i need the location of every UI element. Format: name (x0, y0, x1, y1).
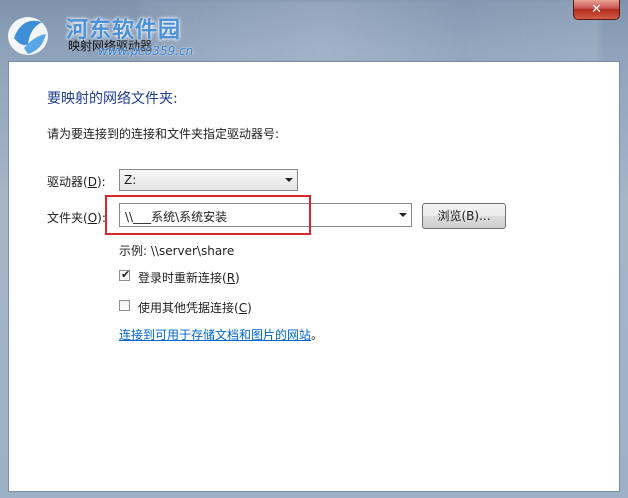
other-credentials-checkbox[interactable] (119, 300, 130, 311)
drive-label: 驱动器(D): (47, 175, 106, 189)
chevron-down-icon (285, 178, 293, 182)
highlight-box (105, 195, 311, 235)
folder-label: 文件夹(O): (47, 211, 106, 225)
dialog-heading: 要映射的网络文件夹: (47, 91, 178, 107)
browse-button[interactable]: 浏览(B)... (422, 203, 506, 229)
watermark-logo-icon (8, 17, 48, 55)
reconnect-checkbox[interactable]: ✔ (119, 268, 131, 281)
example-text: 示例: \\server\share (119, 244, 235, 258)
watermark-url: www.pc0359.cn (98, 44, 194, 58)
reconnect-label: 登录时重新连接(R) (138, 271, 240, 285)
storage-link-row: 连接到可用于存储文档和图片的网站。 (119, 326, 323, 343)
dialog-client-area: 要映射的网络文件夹: 请为要连接到的连接和文件夹指定驱动器号: 驱动器(D): … (8, 61, 620, 492)
drive-select-value: Z: (124, 173, 137, 187)
drive-select[interactable]: Z: (119, 169, 298, 191)
link-period: 。 (311, 328, 324, 342)
instruction-text: 请为要连接到的连接和文件夹指定驱动器号: (47, 127, 280, 141)
dialog-window: 河东软件园 映射网络驱动器 www.pc0359.cn ✕ 要映射的网络文件夹:… (0, 0, 628, 498)
reconnect-option[interactable]: ✔ 登录时重新连接(R) (119, 268, 319, 285)
checkmark-icon: ✔ (121, 268, 131, 281)
storage-website-link[interactable]: 连接到可用于存储文档和图片的网站 (119, 328, 311, 342)
other-credentials-option[interactable]: 使用其他凭据连接(C) (119, 299, 319, 315)
chevron-down-icon[interactable] (399, 213, 407, 217)
glass-titlebar (140, 0, 600, 62)
other-credentials-label: 使用其他凭据连接(C) (138, 301, 252, 315)
close-button[interactable]: ✕ (573, 0, 620, 20)
